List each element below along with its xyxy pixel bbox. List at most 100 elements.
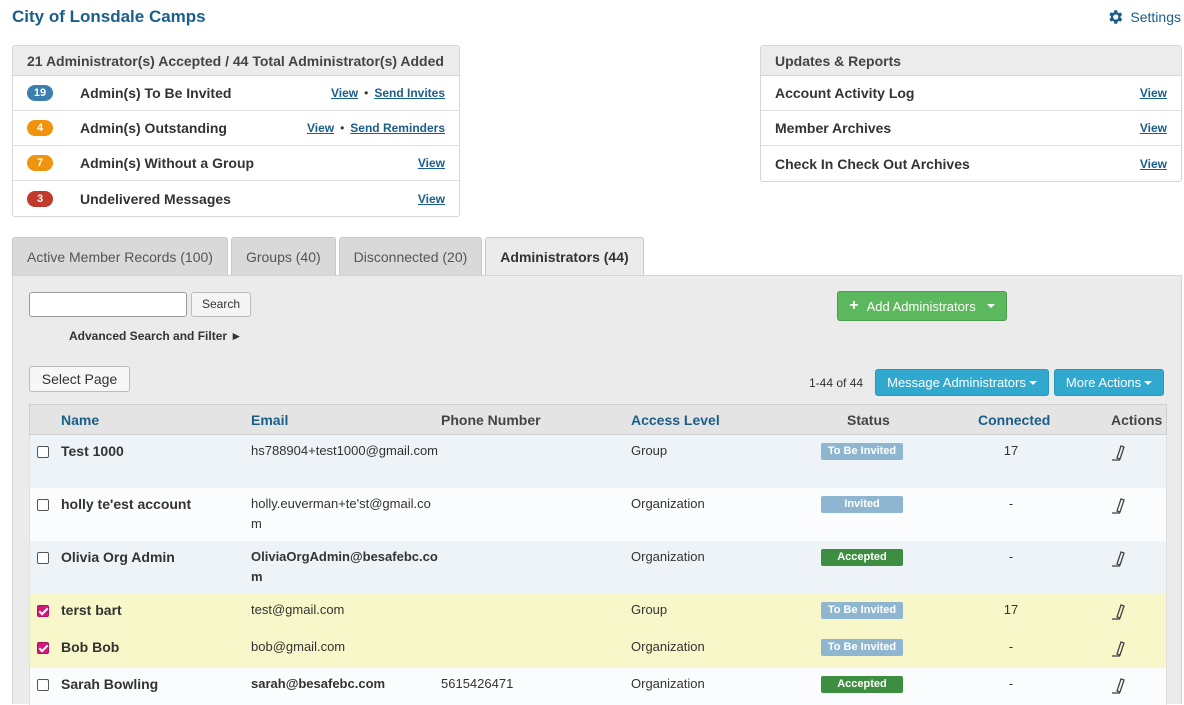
admin-email: bob@gmail.com <box>251 639 346 654</box>
table-row: Olivia Org Admin OliviaOrgAdmin@besafebc.… <box>29 541 1167 594</box>
tab-bar: Active Member Records (100) Groups (40) … <box>12 237 644 276</box>
status-badge: Accepted <box>821 549 903 566</box>
report-label: Check In Check Out Archives <box>775 155 970 172</box>
search-button[interactable]: Search <box>191 292 251 317</box>
search-input[interactable] <box>29 292 187 317</box>
admin-connected: 17 <box>1003 602 1019 617</box>
view-link[interactable]: View <box>1140 121 1167 135</box>
message-administrators-label: Message Administrators <box>887 375 1026 390</box>
separator-dot: • <box>364 86 369 100</box>
table-row: holly te'est account holly.euverman+te'st… <box>29 488 1167 541</box>
settings-link[interactable]: Settings <box>1106 8 1181 26</box>
admin-summary-header: 21 Administrator(s) Accepted / 44 Total … <box>13 46 459 76</box>
message-administrators-button[interactable]: Message Administrators <box>875 369 1049 396</box>
admin-name: Test 1000 <box>61 443 124 459</box>
tab-administrators[interactable]: Administrators (44) <box>485 237 644 275</box>
view-link[interactable]: View <box>1140 86 1167 100</box>
table-row: Test 1000 hs788904+test1000@gmail.com Grou… <box>29 435 1167 488</box>
view-link[interactable]: View <box>418 192 445 206</box>
send-link[interactable]: Send Reminders <box>350 121 445 135</box>
caret-down-icon <box>1144 380 1153 385</box>
table-row: Sarah Bowling sarah@besafebc.com 561542647… <box>29 668 1167 705</box>
admin-summary-row: 3 Undelivered Messages View <box>13 181 459 216</box>
column-header-actions: Actions <box>1111 411 1163 428</box>
add-administrators-button[interactable]: + Add Administrators <box>837 291 1007 321</box>
admin-access-level: Organization <box>631 496 705 511</box>
report-row: Account Activity Log View <box>761 76 1181 111</box>
edit-pencil-icon[interactable] <box>1110 443 1130 463</box>
tab-active-member-records[interactable]: Active Member Records (100) <box>12 237 228 276</box>
admin-name: terst bart <box>61 602 122 618</box>
admin-summary-panel: 21 Administrator(s) Accepted / 44 Total … <box>12 45 460 217</box>
view-link[interactable]: View <box>418 156 445 170</box>
status-badge: To Be Invited <box>821 602 903 619</box>
admin-email: OliviaOrgAdmin@besafebc.com <box>251 549 438 584</box>
admin-access-level: Group <box>631 443 668 458</box>
edit-pencil-icon[interactable] <box>1110 676 1130 696</box>
plus-icon: + <box>849 297 859 314</box>
column-header-email[interactable]: Email <box>251 412 288 428</box>
row-checkbox[interactable] <box>37 499 49 511</box>
admin-email: test@gmail.com <box>251 602 345 617</box>
more-actions-button[interactable]: More Actions <box>1054 369 1164 396</box>
tab-disconnected[interactable]: Disconnected (20) <box>338 237 483 276</box>
admin-connected: - <box>1008 676 1014 691</box>
pagination-range: 1-44 of 44 <box>809 376 864 390</box>
advanced-search-toggle[interactable]: Advanced Search and Filter ► <box>69 329 242 343</box>
admin-connected: - <box>1008 496 1014 511</box>
admin-email: hs788904+test1000@gmail.com <box>251 443 439 458</box>
admin-connected: 17 <box>1003 443 1019 458</box>
row-checkbox[interactable] <box>37 679 49 691</box>
administrators-table: Name Email Phone Number Access Level Sta… <box>29 404 1167 705</box>
report-row: Member Archives View <box>761 111 1181 146</box>
admin-summary-label: Admin(s) Outstanding <box>80 120 227 136</box>
admin-name: holly te'est account <box>61 496 192 512</box>
column-header-status: Status <box>847 411 890 428</box>
edit-pencil-icon[interactable] <box>1110 602 1130 622</box>
edit-pencil-icon[interactable] <box>1110 496 1130 516</box>
table-body: Test 1000 hs788904+test1000@gmail.com Grou… <box>29 435 1167 705</box>
edit-pencil-icon[interactable] <box>1110 639 1130 659</box>
count-badge: 19 <box>27 85 53 101</box>
column-header-name[interactable]: Name <box>61 412 99 428</box>
column-header-connected[interactable]: Connected <box>978 412 1050 428</box>
status-badge: Accepted <box>821 676 903 693</box>
admin-access-level: Organization <box>631 549 705 564</box>
edit-pencil-icon[interactable] <box>1110 549 1130 569</box>
admin-summary-row: 19 Admin(s) To Be Invited View • Send Invite… <box>13 76 459 111</box>
admin-connected: - <box>1008 549 1014 564</box>
row-checkbox[interactable] <box>37 642 49 654</box>
count-badge: 7 <box>27 155 53 171</box>
admin-email: holly.euverman+te'st@gmail.com <box>251 496 431 531</box>
select-page-button[interactable]: Select Page <box>29 366 130 392</box>
admin-summary-row: 7 Admin(s) Without a Group View <box>13 146 459 181</box>
admin-summary-label: Undelivered Messages <box>80 190 231 207</box>
admin-access-level: Organization <box>631 639 705 654</box>
admin-summary-label: Admin(s) To Be Invited <box>80 85 232 101</box>
status-badge: Invited <box>821 496 903 513</box>
view-link[interactable]: View <box>1140 157 1167 171</box>
send-link[interactable]: Send Invites <box>374 86 445 100</box>
row-checkbox[interactable] <box>37 446 49 458</box>
updates-reports-header: Updates & Reports <box>761 46 1181 76</box>
separator-dot: • <box>340 121 345 135</box>
row-checkbox[interactable] <box>37 552 49 564</box>
admin-summary-label: Admin(s) Without a Group <box>80 155 255 171</box>
admin-connected: - <box>1008 639 1014 654</box>
settings-label: Settings <box>1130 9 1181 25</box>
view-link[interactable]: View <box>331 86 358 100</box>
row-checkbox[interactable] <box>37 605 49 617</box>
admin-phone: 5615426471 <box>441 676 514 691</box>
report-row: Check In Check Out Archives View <box>761 146 1181 181</box>
add-administrators-label: Add Administrators <box>866 298 976 314</box>
tab-groups[interactable]: Groups (40) <box>230 237 336 276</box>
column-header-access-level[interactable]: Access Level <box>631 412 720 428</box>
table-row: Bob Bob bob@gmail.com Organization To Be In… <box>29 631 1167 668</box>
status-badge: To Be Invited <box>821 443 903 460</box>
admin-name: Bob Bob <box>61 639 120 655</box>
column-header-phone: Phone Number <box>441 411 541 428</box>
admin-access-level: Organization <box>631 676 705 691</box>
admin-summary-row: 4 Admin(s) Outstanding View • Send Reminders <box>13 111 459 146</box>
more-actions-label: More Actions <box>1065 375 1142 390</box>
view-link[interactable]: View <box>307 121 334 135</box>
